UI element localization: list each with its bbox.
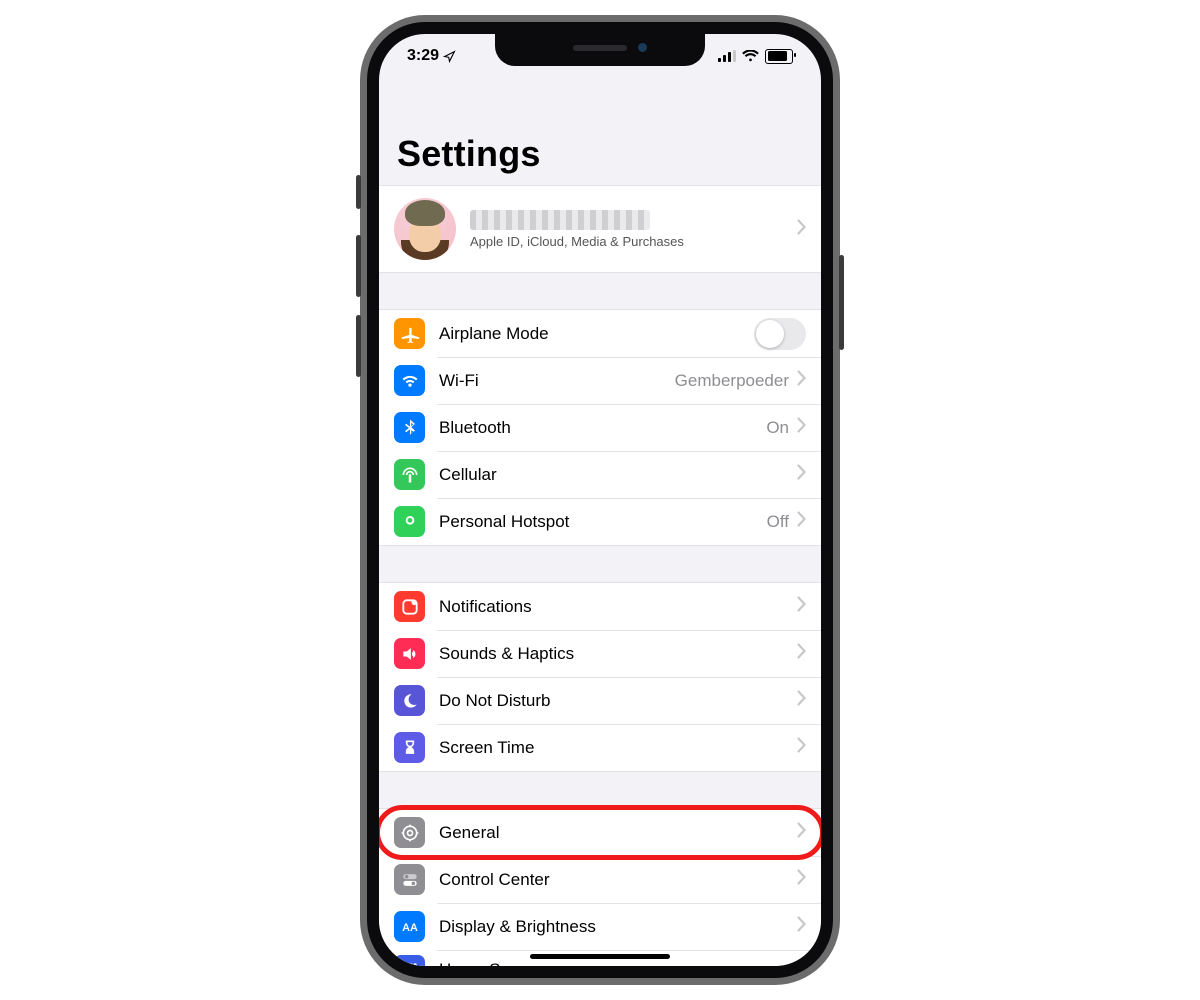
bluetooth-icon bbox=[394, 412, 425, 443]
row-label: General bbox=[439, 823, 797, 843]
home-screen-icon bbox=[394, 955, 425, 967]
notch bbox=[495, 34, 705, 66]
row-control-center[interactable]: Control Center bbox=[379, 856, 821, 903]
settings-group-system: General Control Center AA Display & Brig… bbox=[379, 808, 821, 966]
row-sounds[interactable]: Sounds & Haptics bbox=[379, 630, 821, 677]
row-detail: On bbox=[766, 418, 789, 438]
chevron-right-icon bbox=[797, 417, 806, 438]
notifications-icon bbox=[394, 591, 425, 622]
screen: 3:29 Settings Apple bbox=[379, 34, 821, 966]
row-label: Wi-Fi bbox=[439, 371, 675, 391]
row-label: Do Not Disturb bbox=[439, 691, 797, 711]
settings-group-connectivity: Airplane Mode Wi-Fi Gemberpoeder Bluetoo… bbox=[379, 309, 821, 546]
chevron-right-icon bbox=[797, 511, 806, 532]
row-label: Airplane Mode bbox=[439, 324, 754, 344]
row-bluetooth[interactable]: Bluetooth On bbox=[379, 404, 821, 451]
control-center-icon bbox=[394, 864, 425, 895]
mute-switch bbox=[356, 175, 361, 209]
location-icon bbox=[443, 50, 456, 63]
row-label: Bluetooth bbox=[439, 418, 766, 438]
row-airplane[interactable]: Airplane Mode bbox=[379, 310, 821, 357]
hotspot-icon bbox=[394, 506, 425, 537]
row-label: Sounds & Haptics bbox=[439, 644, 797, 664]
sounds-icon bbox=[394, 638, 425, 669]
apple-id-subtitle: Apple ID, iCloud, Media & Purchases bbox=[470, 234, 797, 249]
row-detail: Gemberpoeder bbox=[675, 371, 789, 391]
chevron-right-icon bbox=[797, 464, 806, 485]
avatar bbox=[394, 198, 456, 260]
chevron-right-icon bbox=[797, 737, 806, 758]
status-time: 3:29 bbox=[407, 47, 439, 65]
row-dnd[interactable]: Do Not Disturb bbox=[379, 677, 821, 724]
volume-down-button bbox=[356, 315, 361, 377]
general-icon bbox=[394, 817, 425, 848]
cellular-signal-icon bbox=[718, 50, 736, 62]
airplane-toggle[interactable] bbox=[754, 318, 806, 350]
row-notifications[interactable]: Notifications bbox=[379, 583, 821, 630]
display-icon: AA bbox=[394, 911, 425, 942]
cellular-icon bbox=[394, 459, 425, 490]
apple-id-row[interactable]: Apple ID, iCloud, Media & Purchases bbox=[379, 185, 821, 273]
dnd-icon bbox=[394, 685, 425, 716]
chevron-right-icon bbox=[797, 690, 806, 711]
chevron-right-icon bbox=[797, 960, 806, 967]
phone-frame: 3:29 Settings Apple bbox=[360, 15, 840, 985]
row-label: Notifications bbox=[439, 597, 797, 617]
power-button bbox=[839, 255, 844, 350]
chevron-right-icon bbox=[797, 219, 806, 240]
row-label: Personal Hotspot bbox=[439, 512, 767, 532]
row-label: Home Screen bbox=[439, 960, 797, 966]
row-hotspot[interactable]: Personal Hotspot Off bbox=[379, 498, 821, 545]
volume-up-button bbox=[356, 235, 361, 297]
row-display[interactable]: AA Display & Brightness bbox=[379, 903, 821, 950]
settings-group-alerts: Notifications Sounds & Haptics Do Not Di… bbox=[379, 582, 821, 772]
chevron-right-icon bbox=[797, 370, 806, 391]
airplane-icon bbox=[394, 318, 425, 349]
row-screentime[interactable]: Screen Time bbox=[379, 724, 821, 771]
row-wifi[interactable]: Wi-Fi Gemberpoeder bbox=[379, 357, 821, 404]
chevron-right-icon bbox=[797, 822, 806, 843]
screentime-icon bbox=[394, 732, 425, 763]
battery-icon bbox=[765, 49, 793, 64]
wifi-icon bbox=[742, 50, 759, 62]
chevron-right-icon bbox=[797, 596, 806, 617]
row-label: Cellular bbox=[439, 465, 797, 485]
row-label: Display & Brightness bbox=[439, 917, 797, 937]
row-general[interactable]: General bbox=[379, 809, 821, 856]
row-detail: Off bbox=[767, 512, 789, 532]
redacted-name bbox=[470, 210, 650, 230]
home-indicator[interactable] bbox=[530, 954, 670, 959]
svg-text:AA: AA bbox=[402, 922, 418, 934]
wifi-settings-icon bbox=[394, 365, 425, 396]
page-title: Settings bbox=[397, 133, 821, 175]
row-label: Screen Time bbox=[439, 738, 797, 758]
chevron-right-icon bbox=[797, 916, 806, 937]
row-cellular[interactable]: Cellular bbox=[379, 451, 821, 498]
chevron-right-icon bbox=[797, 643, 806, 664]
chevron-right-icon bbox=[797, 869, 806, 890]
row-label: Control Center bbox=[439, 870, 797, 890]
